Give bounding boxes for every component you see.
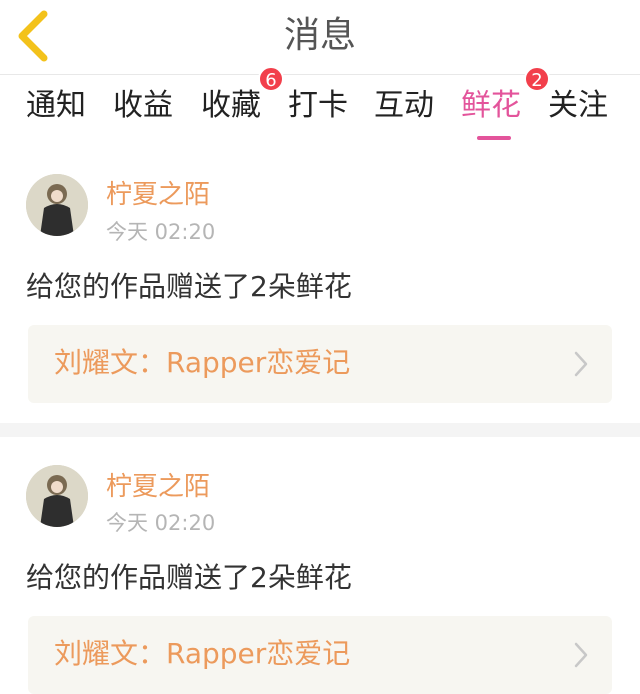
active-tab-indicator [477,136,511,140]
avatar[interactable] [26,465,88,527]
top-bar: 消息 [0,0,640,75]
page-title: 消息 [283,15,356,56]
message-item: 柠夏之陌 今天 02:20 给您的作品赠送了2朵鲜花 刘耀文：Rapper恋爱记 [0,437,640,694]
message-text: 给您的作品赠送了2朵鲜花 [26,561,352,594]
timestamp: 今天 02:20 [106,220,216,244]
divider [0,423,640,437]
flowers-badge: 2 [524,66,550,92]
tab-follow[interactable]: 关注 [548,86,608,126]
avatar[interactable] [26,174,88,236]
work-link[interactable]: 刘耀文：Rapper恋爱记 [28,616,612,694]
chevron-right-icon [574,642,588,668]
tab-notifications[interactable]: 通知 [26,86,86,126]
tab-favorites[interactable]: 收藏 [201,86,261,126]
username[interactable]: 柠夏之陌 [106,178,210,212]
username[interactable]: 柠夏之陌 [106,470,210,504]
tab-earnings[interactable]: 收益 [113,86,173,126]
avatar-image [26,174,88,236]
work-link[interactable]: 刘耀文：Rapper恋爱记 [28,325,612,403]
chevron-right-icon [574,351,588,377]
work-title: 刘耀文：Rapper恋爱记 [54,637,351,670]
message-text: 给您的作品赠送了2朵鲜花 [26,270,352,303]
favorites-badge: 6 [258,66,284,92]
tab-bar: 通知 收益 收藏 6 打卡 互动 鲜花 2 关注 [0,66,640,150]
tab-flowers[interactable]: 鲜花 [461,86,521,126]
tab-interaction[interactable]: 互动 [374,86,434,126]
avatar-image [26,465,88,527]
message-item: 柠夏之陌 今天 02:20 给您的作品赠送了2朵鲜花 刘耀文：Rapper恋爱记 [0,150,640,423]
tab-checkin[interactable]: 打卡 [288,86,348,126]
timestamp: 今天 02:20 [106,511,216,535]
work-title: 刘耀文：Rapper恋爱记 [54,346,351,379]
